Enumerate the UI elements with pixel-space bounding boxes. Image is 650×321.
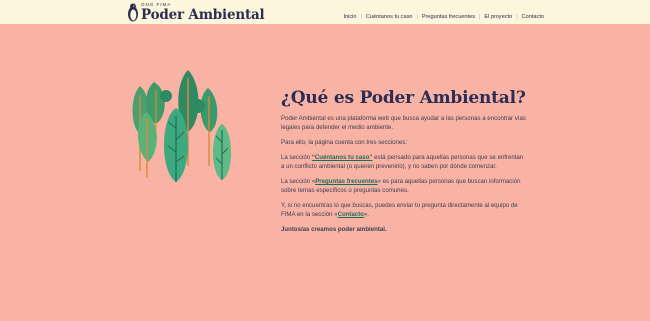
closing-statement: Juntos/as creamos poder ambiental.: [281, 226, 387, 233]
text: La sección: [281, 154, 312, 161]
section-preguntas-paragraph: La sección «Preguntas frecuentes» es par…: [281, 177, 526, 195]
main-content: ¿Qué es Poder Ambiental? Poder Ambiental…: [281, 88, 526, 240]
link-preguntas[interactable]: Preguntas frecuentes: [315, 178, 377, 185]
sections-intro: Para ello, la página cuenta con tres sec…: [281, 139, 408, 146]
intro-paragraph: Poder Ambiental es una plataforma web qu…: [281, 115, 526, 131]
trees-illustration: [132, 70, 231, 182]
main-nav: Inicio | Cuéntanos tu caso | Preguntas f…: [343, 14, 544, 20]
text: ».: [363, 211, 370, 218]
penguin-logo-icon: [128, 3, 138, 22]
nav-separator: |: [516, 14, 518, 20]
nav-item-cuentanos[interactable]: Cuéntanos tu caso: [366, 14, 413, 20]
section-contacto-paragraph: Y, si no encuentras lo que buscas, puede…: [281, 201, 526, 219]
nav-item-preguntas[interactable]: Preguntas frecuentes: [422, 14, 475, 20]
nav-item-proyecto[interactable]: El proyecto: [484, 14, 512, 20]
text: La sección «: [281, 178, 316, 185]
link-cuentanos[interactable]: “Cuéntanos tu caso”: [312, 154, 373, 161]
section-cuentanos-paragraph: La sección “Cuéntanos tu caso” está pens…: [281, 153, 526, 171]
text: Y, si no encuentras lo que buscas, puede…: [281, 202, 518, 218]
nav-item-inicio[interactable]: Inicio: [343, 14, 356, 20]
page-title: ¿Qué es Poder Ambiental?: [281, 88, 526, 108]
nav-item-contacto[interactable]: Contacto: [522, 14, 544, 20]
logo-org-name: Poder Ambiental: [141, 7, 265, 23]
top-header: ONG FIMA Poder Ambiental Inicio | Cuénta…: [0, 0, 650, 24]
nav-separator: |: [479, 14, 481, 20]
nav-separator: |: [416, 14, 418, 20]
nav-separator: |: [360, 14, 362, 20]
link-contacto[interactable]: Contacto: [338, 211, 364, 218]
